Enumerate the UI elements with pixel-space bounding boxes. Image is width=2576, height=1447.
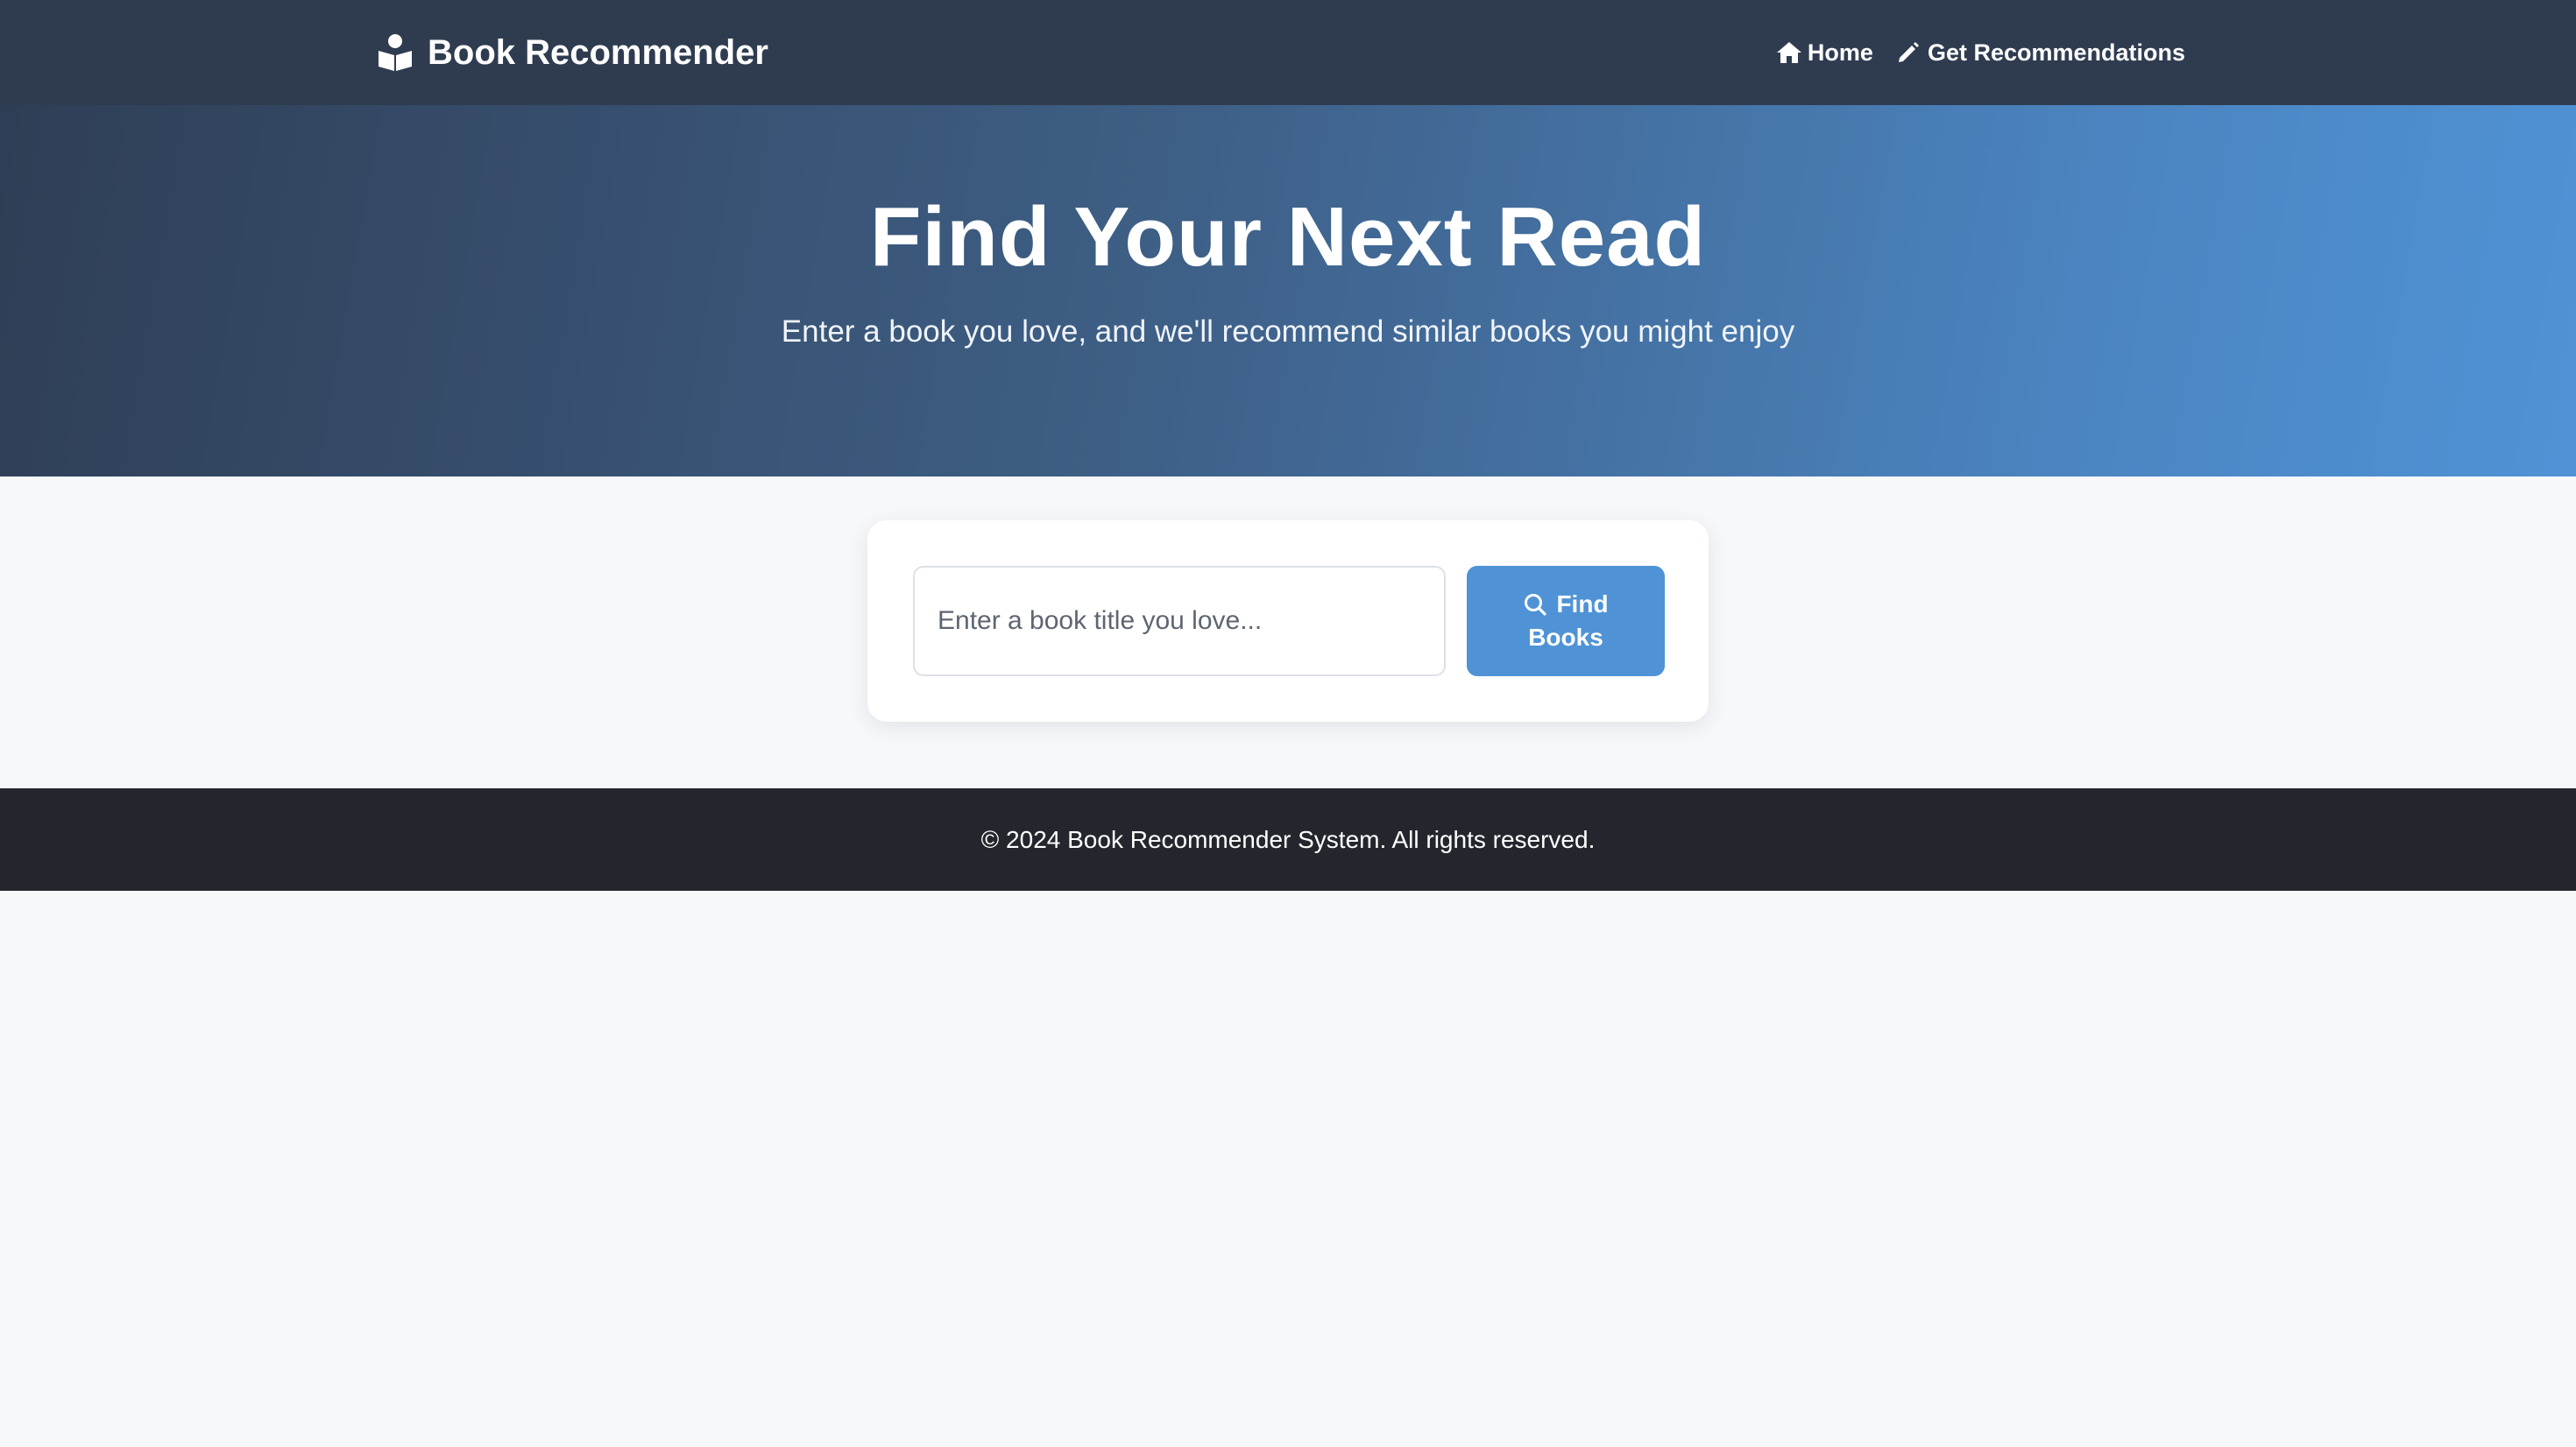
footer: © 2024 Book Recommender System. All righ… <box>0 788 2576 891</box>
nav-get-recommendations-label: Get Recommendations <box>1927 39 2185 66</box>
find-books-label-line1: Find <box>1556 590 1609 618</box>
hero-title: Find Your Next Read <box>869 190 1707 284</box>
find-books-button-row: Find <box>1467 588 1665 621</box>
hero-subtitle: Enter a book you love, and we'll recomme… <box>781 314 1795 349</box>
copyright-text: © 2024 Book Recommender System. All righ… <box>980 825 1596 853</box>
hero-section: Find Your Next Read Enter a book you lov… <box>0 105 2576 476</box>
pencil-icon <box>1896 40 1922 65</box>
top-navbar: Book Recommender Home Get Recommendation… <box>0 0 2576 105</box>
book-reader-icon <box>377 33 414 72</box>
find-books-button[interactable]: Find Books <box>1467 566 1665 676</box>
find-books-label-line2: Books <box>1528 624 1603 651</box>
book-title-input[interactable] <box>913 566 1446 676</box>
home-icon <box>1776 40 1802 65</box>
search-icon <box>1523 592 1547 617</box>
nav-links: Home Get Recommendations <box>1776 32 2185 74</box>
search-card: Find Books <box>867 520 1709 722</box>
nav-get-recommendations-link[interactable]: Get Recommendations <box>1896 39 2185 67</box>
brand-name: Book Recommender <box>428 32 768 72</box>
nav-home-link[interactable]: Home <box>1776 39 1873 67</box>
nav-home-label: Home <box>1807 39 1873 66</box>
brand-link[interactable]: Book Recommender <box>377 26 768 79</box>
